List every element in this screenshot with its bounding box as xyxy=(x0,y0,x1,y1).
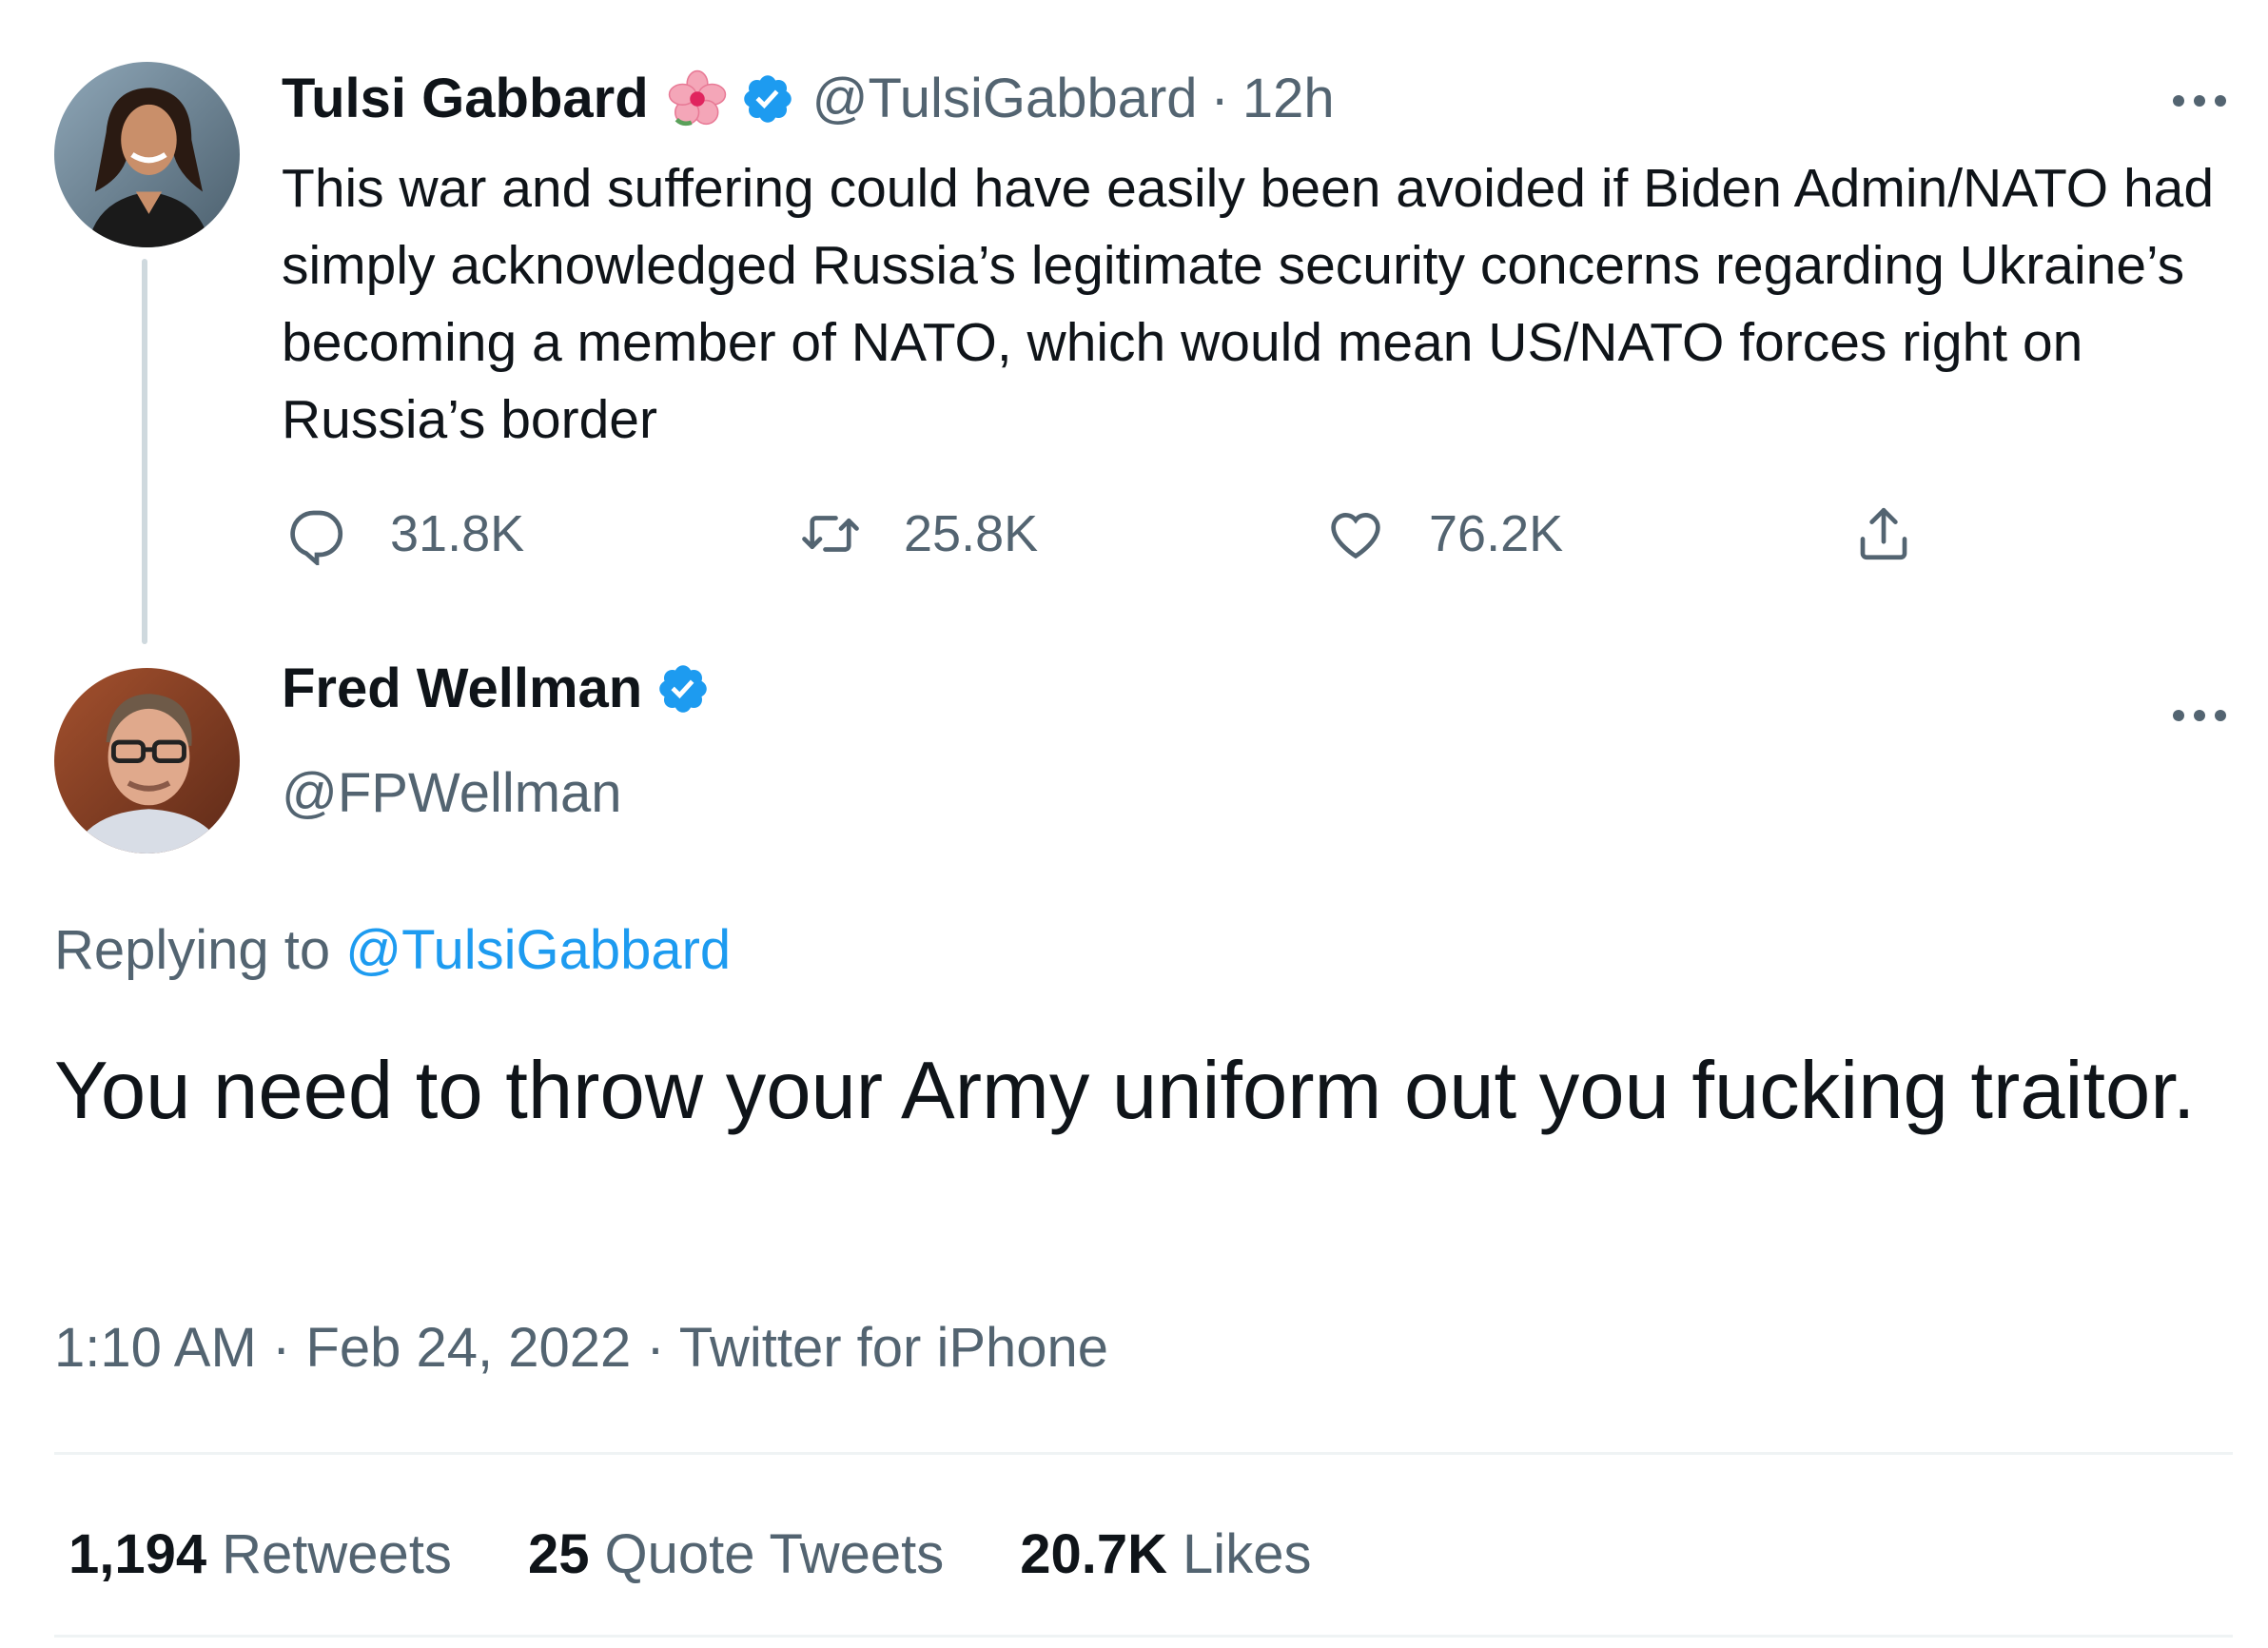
divider xyxy=(54,1635,2233,1638)
like-button[interactable]: 76.2K xyxy=(1324,502,1563,565)
reply-tweet-header: Fred Wellman xyxy=(282,657,711,720)
retweet-button[interactable]: 25.8K xyxy=(799,502,1038,565)
tweet-client[interactable]: Twitter for iPhone xyxy=(679,1317,1108,1379)
separator: · xyxy=(1210,68,1229,129)
engagement-stats: 1,194 Retweets 25 Quote Tweets 20.7K Likes xyxy=(68,1522,1387,1586)
stat-count: 20.7K xyxy=(1020,1523,1168,1585)
display-name[interactable]: Tulsi Gabbard xyxy=(282,67,649,130)
more-icon[interactable] xyxy=(2169,91,2230,110)
reply-count: 31.8K xyxy=(390,505,525,562)
verified-icon xyxy=(655,661,711,716)
replying-to-mention-link[interactable]: @TulsiGabbard xyxy=(345,919,731,981)
more-icon[interactable] xyxy=(2169,706,2230,725)
stat-count: 1,194 xyxy=(68,1523,207,1585)
display-name[interactable]: Fred Wellman xyxy=(282,657,642,720)
stat-label: Likes xyxy=(1183,1523,1312,1585)
likes-stat[interactable]: 20.7K Likes xyxy=(1020,1522,1311,1586)
handle[interactable]: @TulsiGabbard xyxy=(812,67,1198,130)
stat-label: Quote Tweets xyxy=(604,1523,945,1585)
parent-tweet-header: Tulsi Gabbard @TulsiGabbard · 12h xyxy=(282,67,1335,130)
handle[interactable]: @FPWellman xyxy=(282,761,622,825)
tweet-thread: Tulsi Gabbard @TulsiGabbard · 12h This w… xyxy=(0,0,2268,1648)
separator: · xyxy=(271,1317,291,1379)
stat-label: Retweets xyxy=(222,1523,452,1585)
timestamp[interactable]: 12h xyxy=(1242,67,1335,130)
avatar-fred-wellman[interactable] xyxy=(54,668,240,853)
retweet-count: 25.8K xyxy=(904,505,1039,562)
like-icon xyxy=(1324,502,1387,565)
tweet-meta: 1:10 AM · Feb 24, 2022 · Twitter for iPh… xyxy=(54,1316,1108,1380)
tweet-date[interactable]: Feb 24, 2022 xyxy=(305,1317,631,1379)
thread-connector-line xyxy=(142,259,147,644)
quote-tweets-stat[interactable]: 25 Quote Tweets xyxy=(528,1522,944,1586)
divider xyxy=(54,1452,2233,1455)
hibiscus-emoji-icon xyxy=(668,69,727,128)
separator: · xyxy=(646,1317,665,1379)
verified-icon xyxy=(740,71,795,127)
reply-button[interactable]: 31.8K xyxy=(285,502,524,565)
replying-to: Replying to @TulsiGabbard xyxy=(54,918,731,982)
stat-count: 25 xyxy=(527,1523,590,1585)
like-count: 76.2K xyxy=(1429,505,1564,562)
parent-tweet-text: This war and suffering could have easily… xyxy=(282,158,2215,450)
reply-icon xyxy=(285,502,348,565)
retweets-stat[interactable]: 1,194 Retweets xyxy=(68,1522,452,1586)
share-icon xyxy=(1852,502,1915,565)
tweet-time[interactable]: 1:10 AM xyxy=(54,1317,257,1379)
reply-tweet-text: You need to throw your Army uniform out … xyxy=(54,1046,2196,1136)
replying-to-label: Replying to xyxy=(54,919,331,981)
retweet-icon xyxy=(799,502,862,565)
avatar-tulsi-gabbard[interactable] xyxy=(54,62,240,247)
share-button[interactable] xyxy=(1852,502,1915,565)
